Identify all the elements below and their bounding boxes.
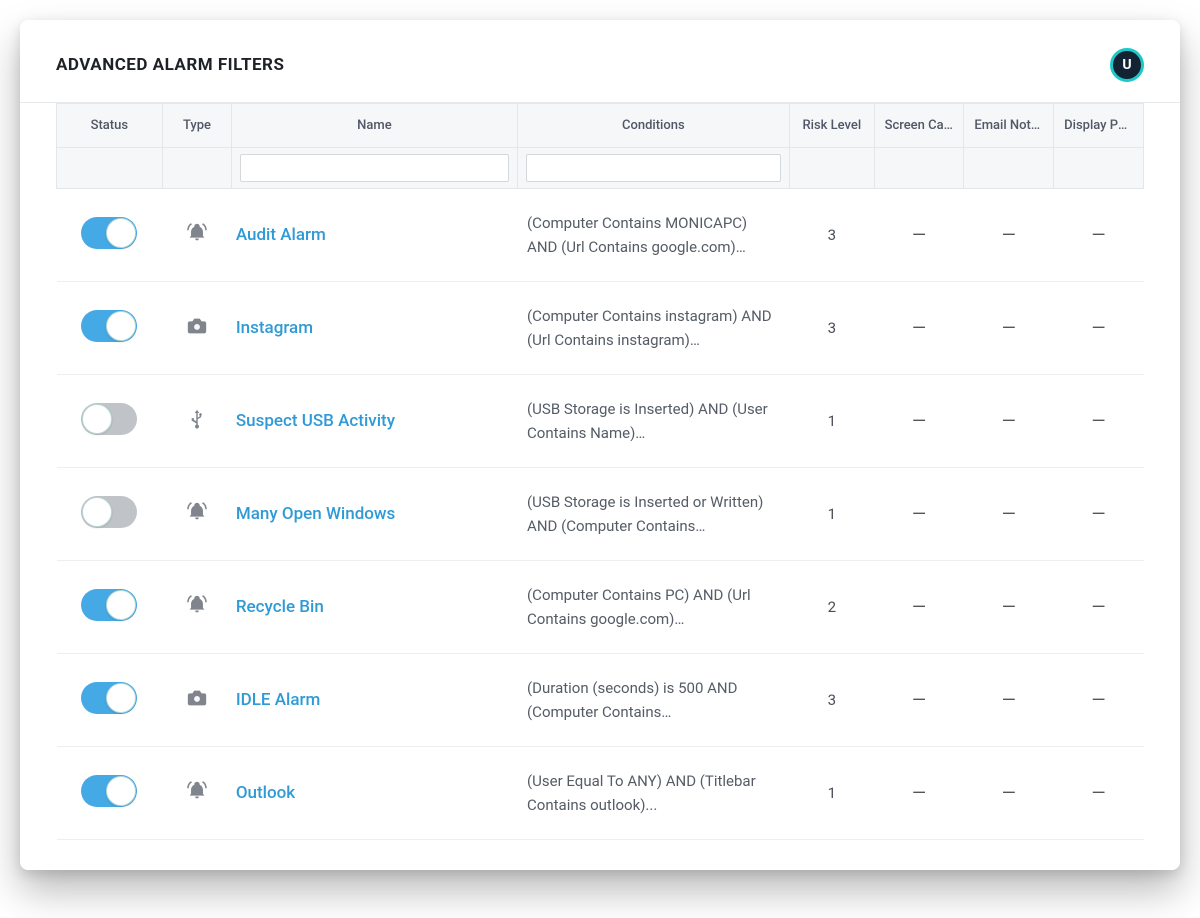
- col-status[interactable]: Status: [57, 104, 163, 148]
- col-screen[interactable]: Screen Cap...: [874, 104, 964, 148]
- screen-cell: —: [874, 468, 964, 561]
- email-cell: —: [964, 654, 1054, 747]
- risk-level-cell: 1: [790, 747, 875, 840]
- screen-cell: —: [874, 189, 964, 282]
- bell-icon: [186, 780, 208, 802]
- conditions-cell: (USB Storage is Inserted or Written) AND…: [517, 468, 790, 561]
- panel: ADVANCED ALARM FILTERS U Status Type Nam…: [20, 20, 1180, 870]
- bell-icon: [186, 594, 208, 616]
- table-row: Outlook (User Equal To ANY) AND (Titlebar…: [57, 747, 1144, 840]
- avatar-initial: U: [1122, 57, 1131, 73]
- filter-row: [57, 148, 1144, 189]
- table-row: Instagram (Computer Contains instagram) A…: [57, 282, 1144, 375]
- risk-level-cell: 1: [790, 468, 875, 561]
- popup-cell: —: [1054, 747, 1144, 840]
- status-toggle[interactable]: [81, 217, 137, 249]
- alarm-name-link[interactable]: IDLE Alarm: [236, 690, 321, 710]
- camera-icon: [186, 315, 208, 337]
- usb-icon: [186, 408, 208, 430]
- col-popup[interactable]: Display Pop...: [1054, 104, 1144, 148]
- status-toggle[interactable]: [81, 496, 137, 528]
- alarm-name-link[interactable]: Suspect USB Activity: [236, 411, 395, 431]
- alarm-name-link[interactable]: Outlook: [236, 783, 295, 803]
- screen-cell: —: [874, 747, 964, 840]
- screen-cell: —: [874, 375, 964, 468]
- header: ADVANCED ALARM FILTERS U: [20, 20, 1180, 103]
- table-row: Many Open Windows (USB Storage is Inserte…: [57, 468, 1144, 561]
- email-cell: —: [964, 375, 1054, 468]
- alarm-name-link[interactable]: Many Open Windows: [236, 504, 395, 524]
- popup-cell: —: [1054, 189, 1144, 282]
- risk-level-cell: 3: [790, 189, 875, 282]
- screen-cell: —: [874, 561, 964, 654]
- status-toggle[interactable]: [81, 310, 137, 342]
- table-row: Audit Alarm (Computer Contains MONICAPC) …: [57, 189, 1144, 282]
- table-wrap: Status Type Name Conditions Risk Level S…: [20, 103, 1180, 840]
- risk-level-cell: 2: [790, 561, 875, 654]
- popup-cell: —: [1054, 282, 1144, 375]
- conditions-cell: (User Equal To ANY) AND (Titlebar Contai…: [517, 747, 790, 840]
- conditions-cell: (Computer Contains MONICAPC) AND (Url Co…: [517, 189, 790, 282]
- risk-level-cell: 1: [790, 375, 875, 468]
- conditions-filter-input[interactable]: [526, 154, 782, 182]
- email-cell: —: [964, 189, 1054, 282]
- name-filter-input[interactable]: [240, 154, 508, 182]
- screen-cell: —: [874, 282, 964, 375]
- alarm-table: Status Type Name Conditions Risk Level S…: [56, 103, 1144, 840]
- table-row: IDLE Alarm (Duration (seconds) is 500 AND…: [57, 654, 1144, 747]
- conditions-cell: (USB Storage is Inserted) AND (User Cont…: [517, 375, 790, 468]
- bell-icon: [186, 222, 208, 244]
- camera-icon: [186, 687, 208, 709]
- conditions-cell: (Duration (seconds) is 500 AND (Computer…: [517, 654, 790, 747]
- col-type[interactable]: Type: [162, 104, 232, 148]
- popup-cell: —: [1054, 468, 1144, 561]
- email-cell: —: [964, 282, 1054, 375]
- screen-cell: —: [874, 654, 964, 747]
- col-email[interactable]: Email Noti...: [964, 104, 1054, 148]
- table-row: Recycle Bin (Computer Contains PC) AND (U…: [57, 561, 1144, 654]
- page-title: ADVANCED ALARM FILTERS: [56, 55, 284, 75]
- email-cell: —: [964, 561, 1054, 654]
- popup-cell: —: [1054, 654, 1144, 747]
- conditions-cell: (Computer Contains PC) AND (Url Contains…: [517, 561, 790, 654]
- avatar[interactable]: U: [1110, 48, 1144, 82]
- alarm-name-link[interactable]: Audit Alarm: [236, 225, 326, 245]
- risk-level-cell: 3: [790, 654, 875, 747]
- header-row: Status Type Name Conditions Risk Level S…: [57, 104, 1144, 148]
- status-toggle[interactable]: [81, 403, 137, 435]
- popup-cell: —: [1054, 561, 1144, 654]
- status-toggle[interactable]: [81, 589, 137, 621]
- col-conditions[interactable]: Conditions: [517, 104, 790, 148]
- col-name[interactable]: Name: [232, 104, 517, 148]
- col-risk[interactable]: Risk Level: [790, 104, 875, 148]
- status-toggle[interactable]: [81, 775, 137, 807]
- alarm-name-link[interactable]: Instagram: [236, 318, 313, 338]
- status-toggle[interactable]: [81, 682, 137, 714]
- conditions-cell: (Computer Contains instagram) AND (Url C…: [517, 282, 790, 375]
- popup-cell: —: [1054, 375, 1144, 468]
- email-cell: —: [964, 747, 1054, 840]
- email-cell: —: [964, 468, 1054, 561]
- risk-level-cell: 3: [790, 282, 875, 375]
- table-row: Suspect USB Activity (USB Storage is Inse…: [57, 375, 1144, 468]
- bell-icon: [186, 501, 208, 523]
- alarm-name-link[interactable]: Recycle Bin: [236, 597, 324, 617]
